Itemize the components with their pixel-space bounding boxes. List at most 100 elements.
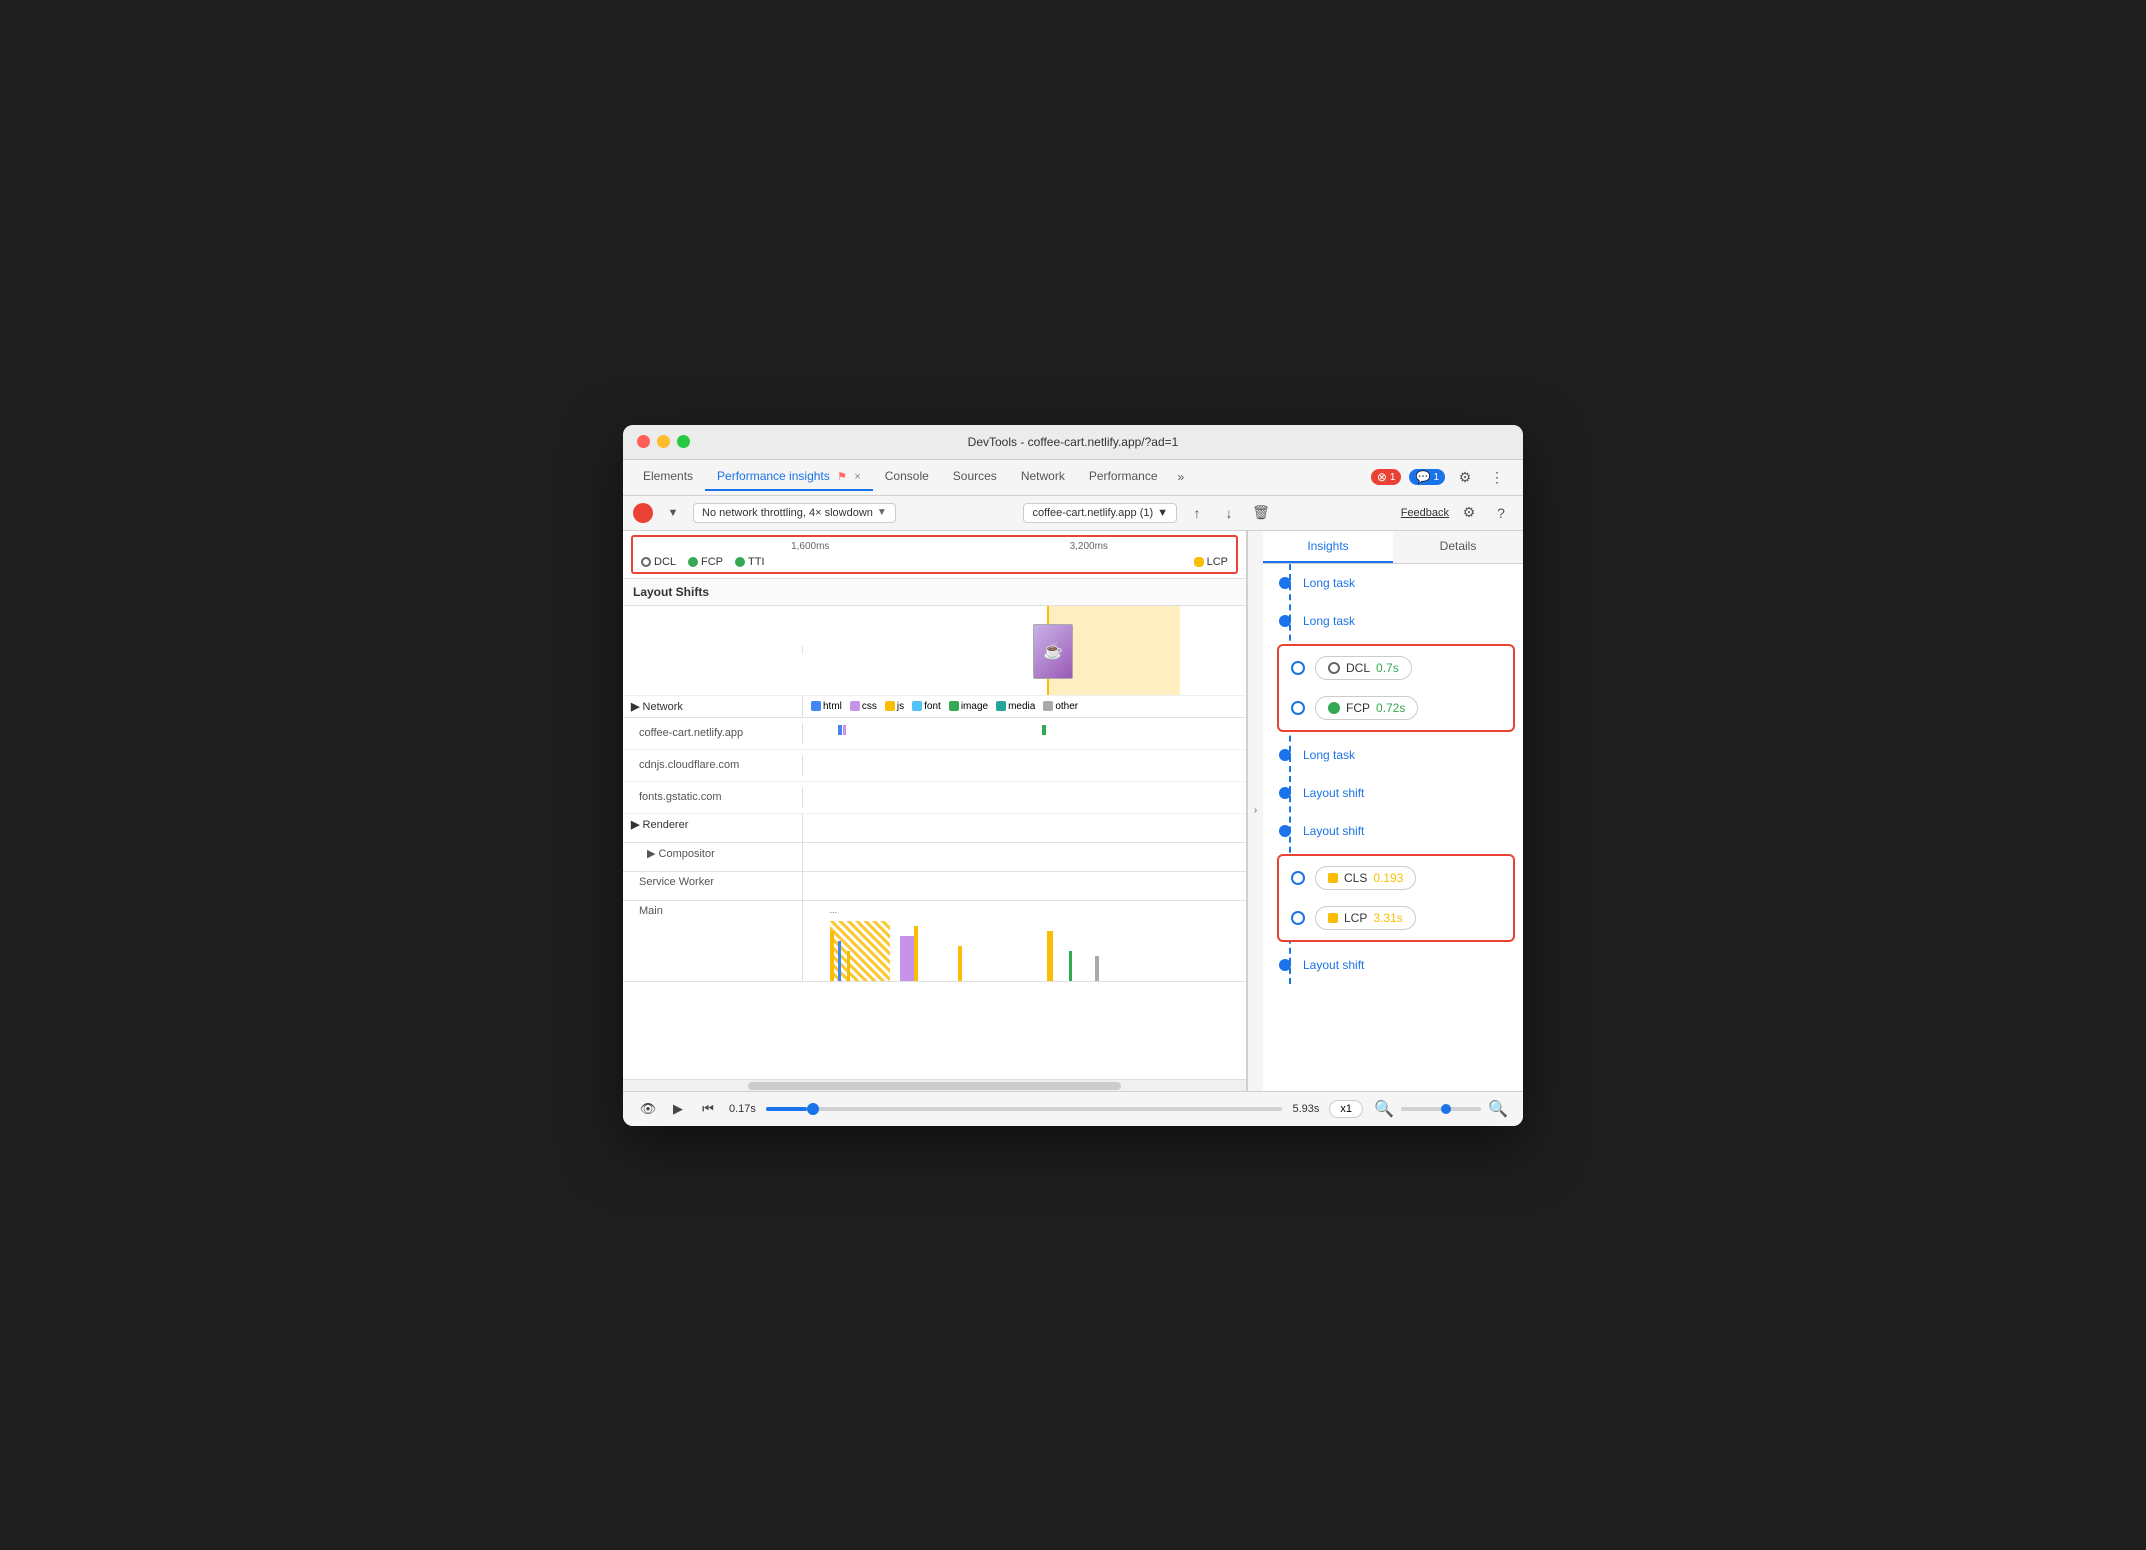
long-task-link-1[interactable]: Long task — [1303, 576, 1355, 590]
insight-long-task-3[interactable]: Long task — [1263, 736, 1523, 774]
long-task-link-3[interactable]: Long task — [1303, 748, 1355, 762]
insight-layout-shift-1[interactable]: Layout shift — [1263, 774, 1523, 812]
tab-sources[interactable]: Sources — [941, 463, 1009, 491]
layout-shift-link-3[interactable]: Layout shift — [1303, 958, 1364, 972]
horizontal-scrollbar[interactable] — [623, 1079, 1246, 1091]
dot-6 — [1279, 959, 1291, 971]
main-bar-2 — [838, 941, 841, 981]
time-start-display: 0.17s — [729, 1103, 756, 1115]
zoom-thumb[interactable] — [1441, 1104, 1451, 1114]
insight-layout-shift-3[interactable]: Layout shift — [1263, 946, 1523, 984]
close-button[interactable] — [637, 435, 650, 448]
timeline-scrubber[interactable] — [766, 1107, 1283, 1111]
network-row-2: cdnjs.cloudflare.com — [623, 750, 1246, 782]
layout-shifts-row: ☕ — [623, 606, 1246, 696]
css-color-icon — [850, 701, 860, 711]
image-bar — [1042, 725, 1046, 735]
lcp-dot-icon — [1194, 557, 1204, 567]
zoom-out-icon[interactable]: 🔍 — [1373, 1098, 1395, 1120]
dcl-metric: DCL 0.7s — [1315, 656, 1412, 680]
fcp-dot-icon — [1291, 701, 1305, 715]
url-selector[interactable]: coffee-cart.netlify.app (1) ▼ — [1023, 503, 1177, 523]
image-color-icon — [949, 701, 959, 711]
dot-2 — [1279, 615, 1291, 627]
bottom-bar: 👁 ▶ ⏮ 0.17s 5.93s x1 🔍 🔍 — [623, 1091, 1523, 1126]
lcp-marker: LCP — [1194, 556, 1228, 568]
more-options-icon[interactable]: ⋮ — [1485, 465, 1509, 489]
network-row-3: fonts.gstatic.com — [623, 782, 1246, 814]
dropdown-arrow-icon[interactable]: ▼ — [661, 501, 685, 525]
tab-insights[interactable]: Insights — [1263, 531, 1393, 563]
network-section: ▶ Network html css — [623, 696, 1246, 814]
tab-elements[interactable]: Elements — [631, 463, 705, 491]
help-icon[interactable]: ? — [1489, 501, 1513, 525]
tab-console[interactable]: Console — [873, 463, 941, 491]
tti-dot-icon — [735, 557, 745, 567]
url-chevron-icon: ▼ — [1157, 507, 1168, 519]
legend-js: js — [885, 701, 904, 712]
insight-long-task-2[interactable]: Long task — [1263, 602, 1523, 640]
maximize-button[interactable] — [677, 435, 690, 448]
dcl-dot-icon — [1291, 661, 1305, 675]
tab-close-icon[interactable]: × — [854, 471, 860, 483]
main-bar-9 — [1095, 956, 1099, 981]
message-badge: 💬 1 — [1409, 469, 1445, 485]
insights-tabs: Insights Details — [1263, 531, 1523, 564]
insight-fcp: FCP 0.72s — [1281, 688, 1511, 728]
legend-image: image — [949, 701, 988, 712]
insight-long-task-1[interactable]: Long task — [1263, 564, 1523, 602]
cls-lcp-highlight: CLS 0.193 LCP 3.31s — [1277, 854, 1515, 942]
tab-network[interactable]: Network — [1009, 463, 1077, 491]
scroll-thumb[interactable] — [748, 1082, 1122, 1090]
service-worker-label: Service Worker — [623, 872, 803, 900]
host-3-label: fonts.gstatic.com — [623, 787, 803, 807]
upload-icon[interactable]: ↑ — [1185, 501, 1209, 525]
minimize-button[interactable] — [657, 435, 670, 448]
service-worker-content — [803, 872, 1246, 900]
dcl-metric-icon — [1328, 662, 1340, 674]
fcp-metric-icon — [1328, 702, 1340, 714]
play-button[interactable]: ▶ — [667, 1098, 689, 1120]
metrics-bar: 1,600ms 3,200ms DCL FCP — [623, 531, 1246, 579]
tab-details[interactable]: Details — [1393, 531, 1523, 563]
tab-performance[interactable]: Performance — [1077, 463, 1170, 491]
insight-cls: CLS 0.193 — [1281, 858, 1511, 898]
insight-layout-shift-2[interactable]: Layout shift — [1263, 812, 1523, 850]
dcl-fcp-highlight: DCL 0.7s FCP 0.72s — [1277, 644, 1515, 732]
dot-5 — [1279, 825, 1291, 837]
fcp-dot-icon — [688, 557, 698, 567]
zoom-controls: 🔍 🔍 — [1373, 1098, 1509, 1120]
throttling-dropdown[interactable]: No network throttling, 4× slowdown ▼ — [693, 503, 896, 523]
zoom-scrubber[interactable] — [1401, 1107, 1481, 1111]
main-label: Main — [623, 901, 803, 981]
tab-actions: ⊗ 1 💬 1 ⚙ ⋮ — [1365, 465, 1515, 489]
settings-gear-icon[interactable]: ⚙ — [1457, 501, 1481, 525]
eye-icon[interactable]: 👁 — [637, 1098, 659, 1120]
insight-lcp: LCP 3.31s — [1281, 898, 1511, 938]
dot-1 — [1279, 577, 1291, 589]
skip-to-start-button[interactable]: ⏮ — [697, 1098, 719, 1120]
main-content: 1,600ms 3,200ms DCL FCP — [623, 531, 1523, 1091]
feedback-button[interactable]: Feedback — [1401, 507, 1449, 519]
scrubber-thumb[interactable] — [807, 1103, 819, 1115]
delete-icon[interactable]: 🗑 — [1249, 501, 1273, 525]
css-bar — [843, 725, 846, 735]
record-button[interactable] — [633, 503, 653, 523]
lcp-thumbnail: ☕ — [1033, 624, 1073, 679]
other-color-icon — [1043, 701, 1053, 711]
renderer-content — [803, 814, 1246, 842]
panel-toggle-button[interactable]: › — [1247, 531, 1263, 1091]
tab-more-button[interactable]: » — [1170, 466, 1193, 488]
network-label: ▶ Network — [623, 696, 803, 717]
tti-marker: TTI — [735, 556, 765, 568]
download-icon[interactable]: ↓ — [1217, 501, 1241, 525]
insights-panel: Insights Details Long task Long task — [1263, 531, 1523, 1091]
zoom-in-icon[interactable]: 🔍 — [1487, 1098, 1509, 1120]
layout-shift-link-2[interactable]: Layout shift — [1303, 824, 1364, 838]
speed-button[interactable]: x1 — [1329, 1100, 1363, 1118]
js-color-icon — [885, 701, 895, 711]
settings-icon[interactable]: ⚙ — [1453, 465, 1477, 489]
tab-performance-insights[interactable]: Performance insights ⚑ × — [705, 463, 873, 491]
long-task-link-2[interactable]: Long task — [1303, 614, 1355, 628]
layout-shift-link-1[interactable]: Layout shift — [1303, 786, 1364, 800]
